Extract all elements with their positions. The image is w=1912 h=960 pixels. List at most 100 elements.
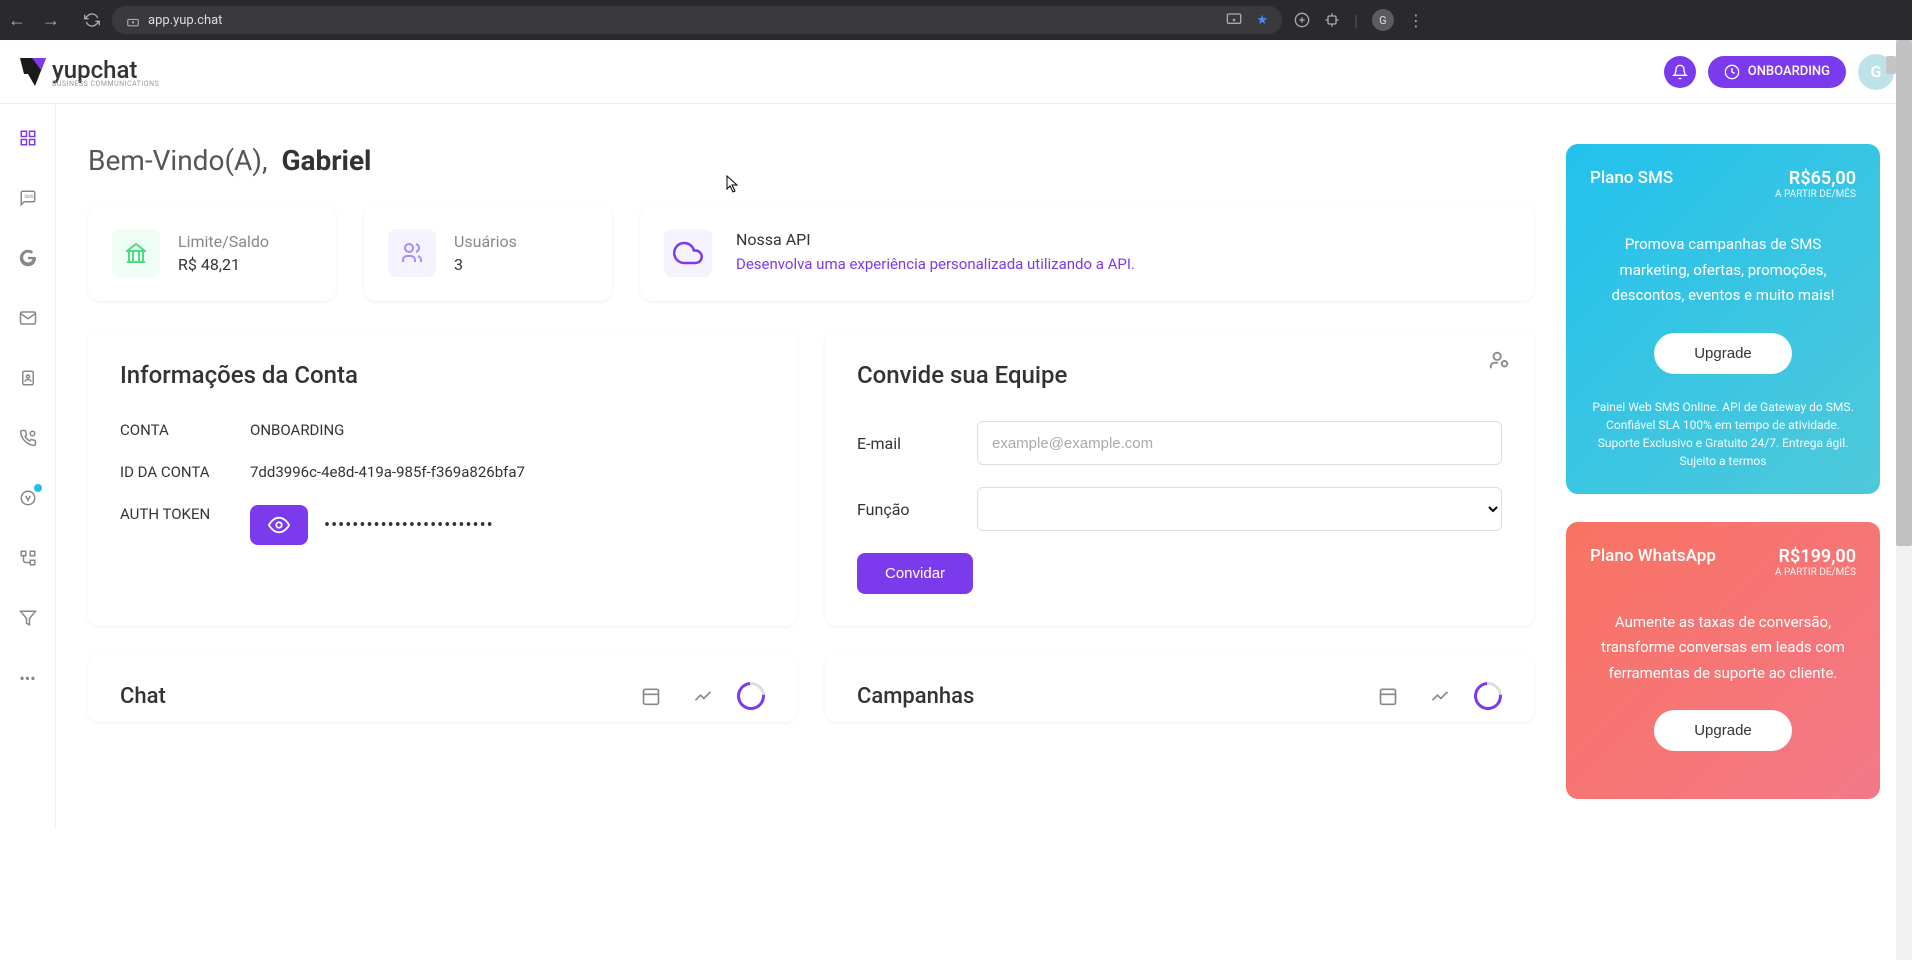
plan-wa-price: R$199,00 (1775, 546, 1856, 567)
calendar-icon (1378, 686, 1398, 706)
balance-label: Limite/Saldo (178, 232, 269, 251)
users-icon (388, 229, 436, 277)
sidebar-item-email[interactable] (18, 308, 38, 328)
account-label: CONTA (120, 421, 250, 439)
invite-button[interactable]: Convidar (857, 553, 973, 594)
cloud-icon (664, 229, 712, 277)
bookmark-star-icon[interactable]: ★ (1256, 13, 1268, 28)
notifications-button[interactable] (1664, 56, 1696, 88)
url-bar[interactable]: app.yup.chat ★ (112, 6, 1282, 34)
logo[interactable]: yupchat BUSINESS COMMUNICATIONS (18, 56, 159, 88)
account-value: ONBOARDING (250, 421, 344, 439)
trend-icon (1430, 686, 1450, 706)
sidebar-item-dashboard[interactable] (18, 128, 38, 148)
plan-sms-per: A PARTIR DE/MÊS (1775, 189, 1856, 200)
page-title: Bem-Vindo(A), Gabriel (88, 144, 1534, 177)
calendar-button[interactable] (1370, 678, 1406, 714)
account-info-title: Informações da Conta (120, 361, 765, 389)
trend-icon (693, 686, 713, 706)
sidebar-item-sms[interactable]: SMS (18, 188, 38, 208)
role-label: Função (857, 500, 977, 519)
sidebar-item-contacts[interactable] (18, 368, 38, 388)
campaigns-section: Campanhas (825, 654, 1534, 722)
calendar-button[interactable] (633, 678, 669, 714)
browser-chrome: ← → app.yup.chat ★ | G ⋮ (0, 0, 1912, 40)
plan-sms-desc: Promova campanhas de SMS marketing, ofer… (1590, 232, 1856, 309)
account-id-label: ID DA CONTA (120, 463, 250, 481)
mail-icon (19, 309, 37, 327)
chat-title: Chat (120, 684, 166, 709)
balance-value: R$ 48,21 (178, 255, 269, 274)
users-card[interactable]: Usuários 3 (364, 205, 612, 301)
plans-column: Plano SMS R$65,00 A PARTIR DE/MÊS Promov… (1566, 104, 1912, 827)
onboarding-button[interactable]: ONBOARDING (1708, 56, 1846, 88)
bell-icon (1672, 64, 1688, 80)
contact-icon (19, 369, 37, 387)
plan-wa-per: A PARTIR DE/MÊS (1775, 567, 1856, 578)
api-desc: Desenvolva uma experiência personalizada… (736, 253, 1135, 276)
scrollbar-thumb[interactable] (1896, 40, 1912, 546)
eye-icon (268, 514, 290, 536)
upgrade-sms-button[interactable]: Upgrade (1654, 333, 1792, 374)
logo-subtitle: BUSINESS COMMUNICATIONS (52, 80, 159, 88)
phone-icon (19, 429, 37, 447)
browser-profile[interactable]: G (1372, 9, 1394, 31)
upgrade-wa-button[interactable]: Upgrade (1654, 710, 1792, 751)
sidebar-item-more[interactable]: ••• (18, 668, 38, 688)
sidebar-item-flow[interactable] (18, 548, 38, 568)
plan-sms-card: Plano SMS R$65,00 A PARTIR DE/MÊS Promov… (1566, 144, 1880, 494)
back-button[interactable]: ← (8, 10, 26, 31)
main-content: Bem-Vindo(A), Gabriel Limite/Saldo R$ 48… (56, 104, 1566, 827)
loading-circle-icon[interactable] (731, 676, 770, 715)
api-card[interactable]: Nossa API Desenvolva uma experiência per… (640, 205, 1534, 301)
chat-icon (19, 489, 37, 507)
plan-sms-fine: Painel Web SMS Online. API de Gateway do… (1590, 398, 1856, 470)
url-text: app.yup.chat (148, 13, 222, 28)
users-value: 3 (454, 255, 517, 274)
loading-circle-icon[interactable] (1468, 676, 1507, 715)
sidebar-item-chat[interactable] (18, 488, 38, 508)
new-tab-icon[interactable] (1294, 12, 1310, 28)
scrollbar[interactable] (1896, 40, 1912, 960)
invite-team-card: Convide sua Equipe E-mail Função Convida… (825, 329, 1534, 626)
avatar[interactable]: G (1858, 54, 1894, 90)
api-title: Nossa API (736, 230, 1135, 249)
chat-section: Chat (88, 654, 797, 722)
install-app-icon[interactable] (1226, 12, 1242, 28)
grid-icon (19, 129, 37, 147)
balance-card[interactable]: Limite/Saldo R$ 48,21 (88, 205, 336, 301)
role-select[interactable] (977, 487, 1502, 531)
invite-team-title: Convide sua Equipe (857, 361, 1502, 389)
calendar-icon (641, 686, 661, 706)
plan-whatsapp-card: Plano WhatsApp R$199,00 A PARTIR DE/MÊS … (1566, 522, 1880, 800)
users-label: Usuários (454, 232, 517, 251)
svg-text:SMS: SMS (24, 194, 34, 200)
flow-icon (19, 549, 37, 567)
manage-accounts-icon (1488, 349, 1510, 371)
reload-button[interactable] (84, 12, 100, 28)
forward-button[interactable]: → (42, 10, 60, 31)
account-info-card: Informações da Conta CONTA ONBOARDING ID… (88, 329, 797, 626)
auth-token-masked: •••••••••••••••••••••••• (324, 515, 494, 536)
status-dot-icon (34, 484, 42, 492)
sms-icon: SMS (19, 189, 37, 207)
filter-icon (19, 609, 37, 627)
app-header: yupchat BUSINESS COMMUNICATIONS ONBOARDI… (0, 40, 1912, 104)
menu-icon[interactable]: ⋮ (1408, 11, 1424, 30)
sidebar-item-google[interactable] (18, 248, 38, 268)
extensions-icon[interactable] (1324, 12, 1340, 28)
logo-mark-icon (18, 56, 48, 88)
plan-wa-name: Plano WhatsApp (1590, 546, 1716, 566)
email-label: E-mail (857, 434, 977, 453)
sidebar-item-filter[interactable] (18, 608, 38, 628)
plan-sms-name: Plano SMS (1590, 168, 1673, 188)
trend-button[interactable] (685, 678, 721, 714)
sidebar-item-voice[interactable] (18, 428, 38, 448)
trend-button[interactable] (1422, 678, 1458, 714)
plan-wa-desc: Aumente as taxas de conversão, transform… (1590, 610, 1856, 687)
reveal-token-button[interactable] (250, 505, 308, 545)
team-settings-button[interactable] (1488, 349, 1510, 371)
email-field[interactable] (977, 421, 1502, 465)
campaigns-title: Campanhas (857, 684, 974, 709)
plan-sms-price: R$65,00 (1775, 168, 1856, 189)
